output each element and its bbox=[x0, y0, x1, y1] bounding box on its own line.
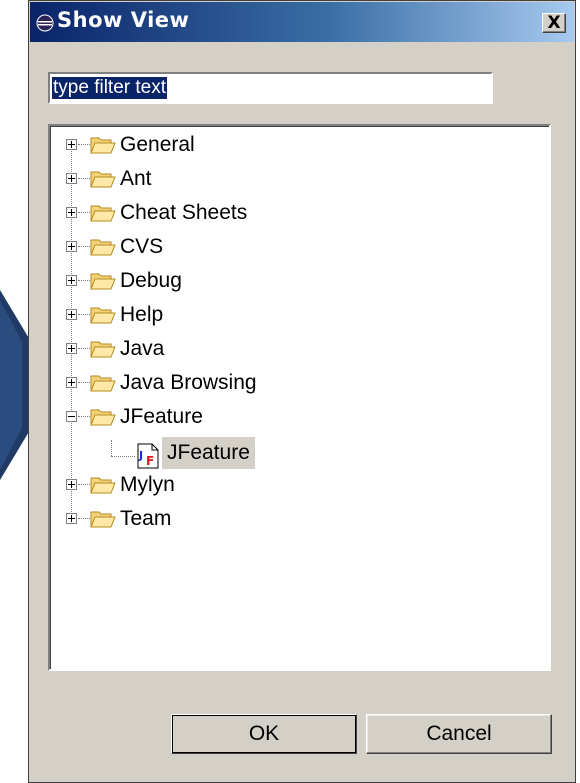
tree-item-folder[interactable]: Team bbox=[50, 502, 549, 536]
tree-connector-line bbox=[78, 314, 90, 315]
folder-icon bbox=[90, 409, 116, 426]
tree-connector-line bbox=[78, 280, 90, 281]
tree-connector-line bbox=[78, 212, 90, 213]
expand-icon[interactable] bbox=[66, 139, 77, 150]
tree-item-folder[interactable]: Cheat Sheets bbox=[50, 196, 549, 230]
tree-item-label: Ant bbox=[120, 167, 152, 190]
tree-connector-line bbox=[78, 178, 90, 179]
dialog-title: Show View bbox=[57, 8, 190, 32]
tree-item-folder[interactable]: CVS bbox=[50, 230, 549, 264]
expand-icon[interactable] bbox=[66, 343, 77, 354]
tree-connector-line bbox=[111, 456, 135, 457]
filter-input[interactable]: type filter text bbox=[48, 72, 493, 104]
tree-connector-line bbox=[78, 348, 90, 349]
view-tree[interactable]: General Ant Cheat Sheets CVS Debug Help Java Ja… bbox=[48, 124, 551, 671]
tree-connector-line bbox=[78, 518, 90, 519]
svg-text:F: F bbox=[146, 454, 154, 468]
title-bar[interactable]: Show View X bbox=[30, 2, 574, 42]
folder-icon bbox=[90, 375, 116, 392]
expand-icon[interactable] bbox=[66, 275, 77, 286]
tree-connector-line bbox=[78, 416, 90, 417]
tree-item-label: Mylyn bbox=[120, 473, 175, 496]
folder-icon bbox=[90, 511, 116, 528]
tree-item-jfeature-view[interactable]: JFeature bbox=[162, 437, 255, 469]
tree-item-folder[interactable]: Help bbox=[50, 298, 549, 332]
folder-icon bbox=[90, 273, 116, 290]
close-button[interactable]: X bbox=[542, 13, 566, 33]
filter-input-text: type filter text bbox=[52, 77, 167, 99]
tree-item-label: Java Browsing bbox=[120, 371, 257, 394]
tree-connector-line bbox=[78, 382, 90, 383]
tree-item-folder[interactable]: General bbox=[50, 128, 549, 162]
tree-item-folder[interactable]: Java Browsing bbox=[50, 366, 549, 400]
expand-icon[interactable] bbox=[66, 309, 77, 320]
background-arrow-shape bbox=[0, 0, 30, 783]
tree-connector-line bbox=[78, 484, 90, 485]
folder-icon bbox=[90, 171, 116, 188]
tree-item-label: Java bbox=[120, 337, 165, 360]
tree-item-label: JFeature bbox=[120, 405, 203, 428]
tree-item-folder[interactable]: Java bbox=[50, 332, 549, 366]
expand-icon[interactable] bbox=[66, 513, 77, 524]
svg-text:J: J bbox=[138, 449, 143, 462]
folder-icon bbox=[90, 307, 116, 324]
expand-icon[interactable] bbox=[66, 173, 77, 184]
tree-item-folder[interactable]: Ant bbox=[50, 162, 549, 196]
tree-item-label: CVS bbox=[120, 235, 164, 258]
eclipse-icon bbox=[36, 14, 54, 32]
tree-item-label: Help bbox=[120, 303, 164, 326]
jfeature-view-icon: J F bbox=[137, 443, 159, 469]
folder-icon bbox=[90, 239, 116, 256]
folder-icon bbox=[90, 341, 116, 358]
collapse-icon[interactable] bbox=[66, 411, 77, 422]
tree-item-folder[interactable]: JFeature bbox=[50, 400, 549, 434]
close-icon: X bbox=[547, 13, 561, 33]
tree-item-folder[interactable]: Mylyn bbox=[50, 468, 549, 502]
expand-icon[interactable] bbox=[66, 377, 77, 388]
tree-connector-line bbox=[78, 144, 90, 145]
tree-item-label: General bbox=[120, 133, 195, 156]
tree-item-label: Cheat Sheets bbox=[120, 201, 248, 224]
tree-connector-line bbox=[78, 246, 90, 247]
folder-icon bbox=[90, 137, 116, 154]
folder-icon bbox=[90, 477, 116, 494]
cancel-button[interactable]: Cancel bbox=[366, 714, 552, 754]
expand-icon[interactable] bbox=[66, 241, 77, 252]
tree-item-folder[interactable]: Debug bbox=[50, 264, 549, 298]
tree-item-label: Debug bbox=[120, 269, 182, 292]
tree-item-label: Team bbox=[120, 507, 172, 530]
expand-icon[interactable] bbox=[66, 479, 77, 490]
tree-connector-line bbox=[111, 440, 112, 456]
show-view-dialog: Show View X type filter text General Ant C… bbox=[28, 0, 576, 783]
expand-icon[interactable] bbox=[66, 207, 77, 218]
folder-icon bbox=[90, 205, 116, 222]
ok-button[interactable]: OK bbox=[171, 714, 357, 754]
